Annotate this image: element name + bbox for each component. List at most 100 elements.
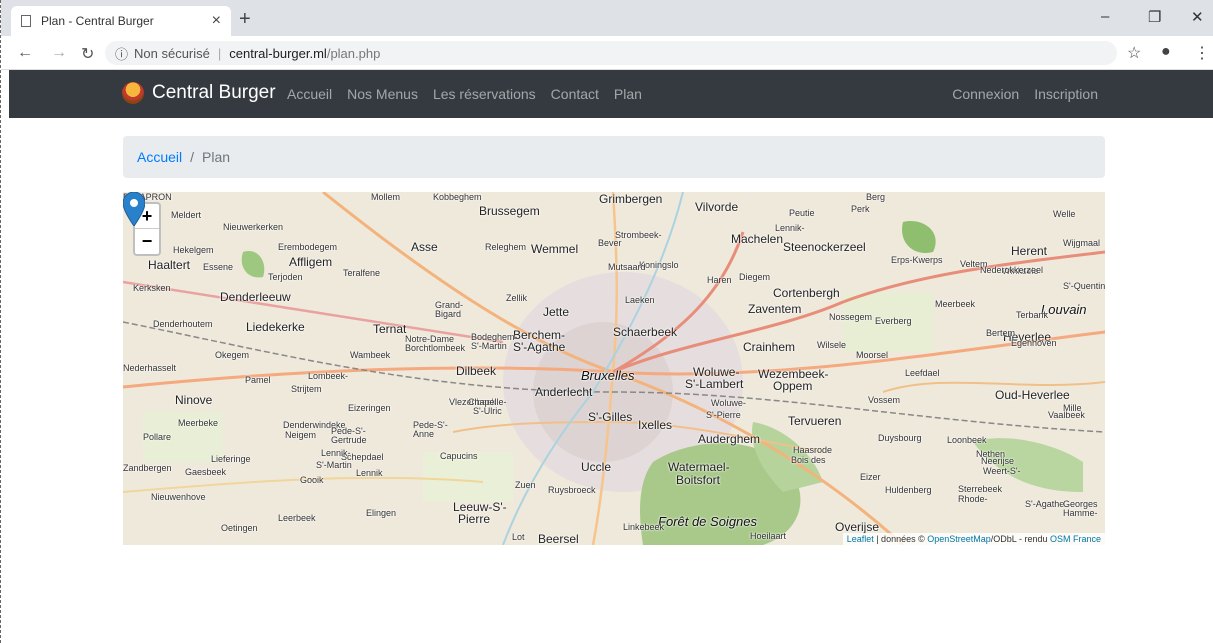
map-place-label: Gaesbeek xyxy=(185,467,227,477)
url-path: /plan.php xyxy=(326,45,381,61)
map-place-label: Lennik- xyxy=(775,223,805,233)
signup-link[interactable]: Inscription xyxy=(1034,86,1098,102)
url-field[interactable]: ⓘ Non sécurisé | central-burger.ml /plan… xyxy=(105,41,1117,65)
map-place-label: Bigard xyxy=(435,309,462,319)
brand-name: Central Burger xyxy=(152,82,276,103)
nav-links: Accueil Nos Menus Les réservations Conta… xyxy=(287,86,642,102)
attribution-license: /ODbL - rendu xyxy=(990,534,1050,544)
zoom-out-button[interactable]: − xyxy=(135,229,159,254)
map-place-label: Anne xyxy=(413,429,435,439)
tab-bar: Plan - Central Burger × + – ❐ ✕ xyxy=(1,0,1213,36)
map-place-label: Elingen xyxy=(366,508,397,518)
map-place-label: Bruxelles xyxy=(581,368,635,383)
brand-link[interactable]: Central Burger xyxy=(122,82,276,104)
map-place-label: Capucins xyxy=(440,451,478,461)
security-label: Non sécurisé xyxy=(134,45,210,61)
map-place-label: Duysbourg xyxy=(878,433,922,443)
map-place-label: Vossem xyxy=(868,395,901,405)
forward-icon[interactable]: → xyxy=(51,44,67,62)
map-place-label: S'-Gilles xyxy=(588,410,633,424)
leaflet-link[interactable]: Leaflet xyxy=(847,534,874,544)
map-view[interactable]: + − Bruxelles Vilvorde Machelen Zaventem Cor… xyxy=(123,192,1105,545)
nav-link-plan[interactable]: Plan xyxy=(614,86,642,102)
restore-icon[interactable]: ❐ xyxy=(1148,8,1161,26)
map-place-label: Wijgmaal xyxy=(1063,238,1101,248)
map-place-label: Erembodegem xyxy=(278,242,338,252)
tab-title: Plan - Central Burger xyxy=(41,14,154,28)
map-place-label: Terbank xyxy=(1016,310,1049,320)
back-icon[interactable]: ← xyxy=(17,44,33,62)
browser-tab[interactable]: Plan - Central Burger × xyxy=(11,6,231,36)
map-place-label: Diegem xyxy=(739,272,771,282)
map-place-label: Boitsfort xyxy=(676,473,721,487)
info-icon[interactable]: ⓘ xyxy=(115,44,128,63)
map-place-label: Pamel xyxy=(245,375,271,385)
map-place-label: Gertrude xyxy=(331,435,367,445)
map-place-label: Terjoden xyxy=(268,272,303,282)
new-tab-button[interactable]: + xyxy=(239,8,251,31)
nav-link-menus[interactable]: Nos Menus xyxy=(347,86,418,102)
map-place-label: Loonbeek xyxy=(947,435,987,445)
map-place-label: Berg xyxy=(866,192,886,202)
reload-icon[interactable]: ↻ xyxy=(81,44,94,64)
map-place-label: Ninove xyxy=(175,393,213,407)
minimize-icon[interactable]: – xyxy=(1101,8,1109,25)
map-place-label: Essene xyxy=(203,262,234,272)
map-place-label: Bertem xyxy=(986,328,1016,338)
map-place-label: Bever xyxy=(598,238,622,248)
map-place-label: S'-Lambert xyxy=(685,377,744,391)
login-link[interactable]: Connexion xyxy=(952,86,1019,102)
map-place-label: Vilvorde xyxy=(695,200,739,214)
map-place-label: Linkebeek xyxy=(623,522,665,532)
nav-link-accueil[interactable]: Accueil xyxy=(287,86,332,102)
breadcrumb-home-link[interactable]: Accueil xyxy=(137,149,182,165)
window-close-icon[interactable]: ✕ xyxy=(1191,8,1204,26)
map-place-label: Forêt de Soignes xyxy=(658,514,758,529)
map-place-label: Kerksken xyxy=(133,283,171,293)
nav-link-reservations[interactable]: Les réservations xyxy=(433,86,536,102)
map-place-label: Dilbeek xyxy=(456,364,497,378)
map-place-label: Lombeek- xyxy=(308,371,349,381)
map-place-label: Lennik- xyxy=(321,448,351,458)
osm-france-link[interactable]: OSM France xyxy=(1050,534,1101,544)
map-place-label: Wemmel xyxy=(531,242,579,256)
map-place-label: Oppem xyxy=(773,379,813,393)
map-place-label: Kobbeghem xyxy=(433,192,482,202)
breadcrumb-divider: / xyxy=(190,149,195,165)
map-place-label: Herent xyxy=(1011,244,1048,258)
map-place-label: Pierre xyxy=(458,512,491,526)
tab-close-button[interactable]: × xyxy=(212,12,221,30)
map-place-label: Nederokkerzeel xyxy=(980,265,1044,275)
url-separator: | xyxy=(217,45,222,61)
map-place-label: Schaerbeek xyxy=(613,325,678,339)
map-place-label: Nederhasselt xyxy=(123,363,177,373)
map-place-label: Ternat xyxy=(373,322,407,336)
map-place-label: Haasrode xyxy=(793,445,833,455)
star-icon[interactable]: ☆ xyxy=(1127,43,1141,63)
map-place-label: Releghem xyxy=(485,242,527,252)
menu-icon[interactable]: ⋮ xyxy=(1194,43,1210,63)
map-place-label: Affligem xyxy=(289,255,333,269)
map-place-label: S'-Pierre xyxy=(706,410,741,420)
map-place-label: Gooik xyxy=(300,475,324,485)
map-place-label: Zandbergen xyxy=(123,463,172,473)
map-place-label: S'-Martin xyxy=(471,341,507,351)
osm-link[interactable]: OpenStreetMap xyxy=(927,534,991,544)
map-place-label: S'-Quentin xyxy=(1063,281,1105,291)
account-icon[interactable]: ● xyxy=(1161,43,1171,61)
map-place-label: S'-Agathe xyxy=(1025,499,1065,509)
map-marker-icon[interactable] xyxy=(123,192,145,226)
map-place-label: Haaltert xyxy=(148,258,191,272)
map-place-label: Overijse xyxy=(835,520,880,534)
page-icon xyxy=(21,15,31,27)
map-place-label: S'-Martin xyxy=(316,460,352,470)
map-place-label: Brussegem xyxy=(479,204,540,218)
map-place-label: Lennik xyxy=(356,468,383,478)
map-place-label: Jette xyxy=(543,305,570,319)
map-attribution: Leaflet | données © OpenStreetMap/ODbL -… xyxy=(842,533,1105,545)
map-place-label: Grimbergen xyxy=(599,192,663,206)
map-place-label: Asse xyxy=(411,240,438,254)
map-place-label: Beersel xyxy=(538,532,579,545)
nav-link-contact[interactable]: Contact xyxy=(551,86,599,102)
map-place-label: Neerijse xyxy=(981,456,1015,466)
